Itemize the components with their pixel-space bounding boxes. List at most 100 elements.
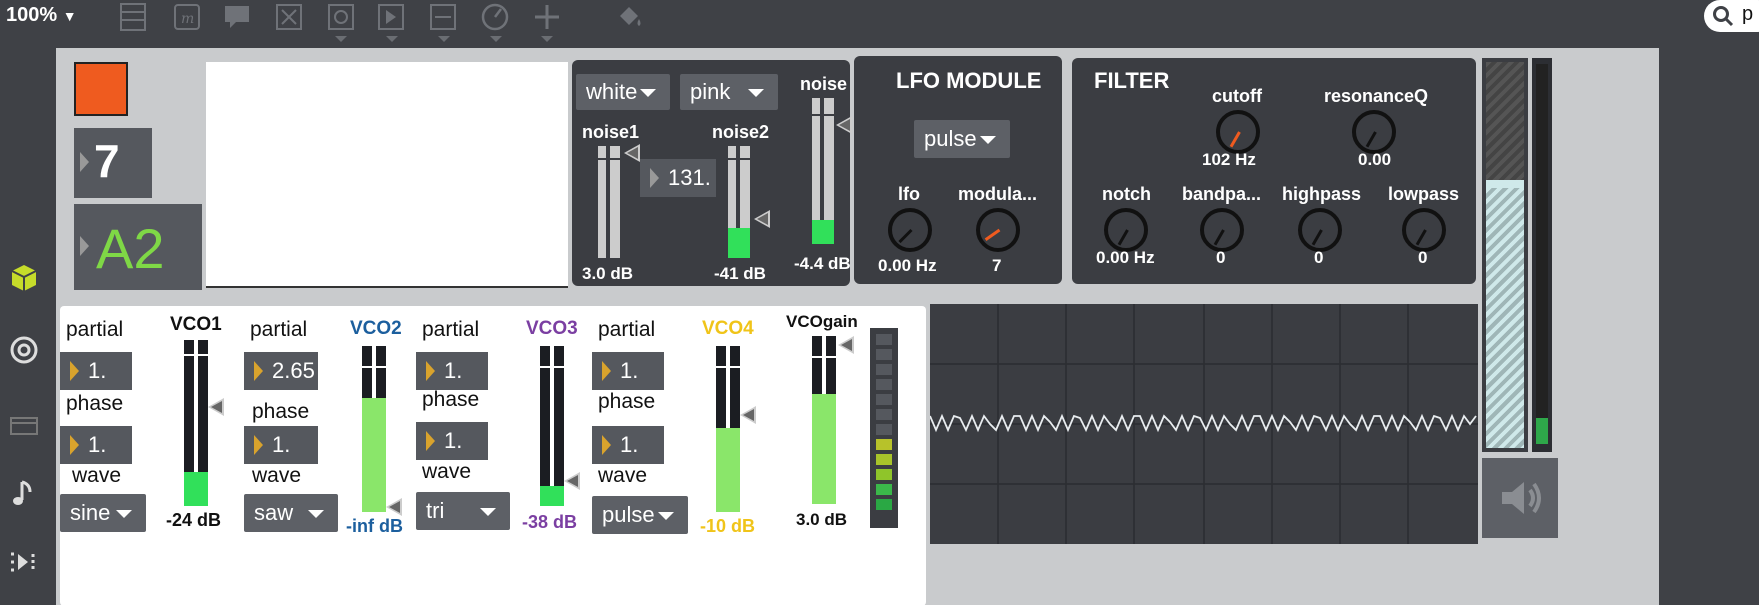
lowpass-knob[interactable]	[1402, 208, 1446, 252]
vco3-wave-menu[interactable]: tri	[416, 492, 510, 530]
vco4-partial-number[interactable]: 1.	[592, 352, 664, 390]
vco3-wave-label: wave	[422, 460, 472, 483]
vcogain-level-meter	[812, 336, 836, 504]
cutoff-knob[interactable]	[1216, 110, 1260, 154]
package-cube-icon[interactable]	[8, 262, 40, 294]
play-sequence-icon[interactable]	[8, 546, 40, 578]
bandpass-knob[interactable]	[1200, 208, 1244, 252]
chevron-down-icon	[308, 510, 324, 518]
number-value: 2.65	[272, 358, 315, 383]
noise-db: -4.4 dB	[794, 254, 851, 273]
paint-bucket-icon[interactable]	[614, 2, 644, 32]
noise1-gain-slider[interactable]	[624, 144, 640, 162]
add-object-icon[interactable]	[532, 2, 562, 32]
vco1-phase-label: phase	[66, 392, 124, 415]
number-box-icon[interactable]	[376, 2, 406, 32]
noise-gain-slider[interactable]	[836, 116, 852, 134]
search-text: p	[1742, 3, 1754, 25]
zoom-level: 100%	[6, 4, 58, 26]
lowpass-label: lowpass	[1388, 184, 1460, 204]
zoom-menu[interactable]: 100% ▼	[6, 4, 77, 27]
note-box[interactable]: A2	[74, 204, 202, 290]
number-box[interactable]: 7	[74, 128, 152, 198]
menu-value: white	[586, 79, 638, 104]
button-object-icon[interactable]	[326, 2, 356, 32]
target-icon[interactable]	[8, 334, 40, 366]
color-swatch-button[interactable]	[74, 62, 128, 116]
chevron-down-icon	[980, 136, 996, 144]
vco1-partial-number[interactable]: 1.	[60, 352, 132, 390]
noise1-label: noise1	[582, 122, 640, 142]
vco2-partial-label: partial	[250, 318, 308, 341]
vco4-gain-slider[interactable]	[740, 406, 756, 424]
menu-value: pulse	[924, 126, 977, 151]
vco4-wave-menu[interactable]: pulse	[592, 496, 688, 534]
vco3-phase-number[interactable]: 1.	[416, 422, 488, 460]
vcogain-slider[interactable]	[838, 336, 854, 354]
message-box-icon[interactable]: m	[172, 2, 202, 32]
vco3-partial-number[interactable]: 1.	[416, 352, 488, 390]
chevron-down-icon[interactable]	[541, 36, 553, 42]
triangle-icon	[602, 361, 611, 381]
vco1-wave-menu[interactable]: sine	[60, 494, 146, 532]
vco2-partial-number[interactable]: 2.65	[244, 352, 318, 390]
triangle-icon	[254, 435, 263, 455]
toggle-icon[interactable]	[274, 2, 304, 32]
filter-panel: FILTER cutoff resonanceQ 102 Hz 0.00 not…	[1072, 58, 1476, 284]
number-value: 1.	[272, 432, 291, 457]
bandpass-label: bandpa...	[1182, 184, 1262, 204]
comment-icon[interactable]	[222, 2, 252, 32]
master-volume-slider[interactable]	[1482, 58, 1528, 452]
noise2-db: -41 dB	[714, 264, 766, 283]
search-field[interactable]: p	[1704, 0, 1759, 32]
chevron-down-icon[interactable]	[335, 36, 347, 42]
noise-frequency-number[interactable]: 131.	[640, 159, 716, 197]
noise2-gain-slider[interactable]	[754, 210, 770, 228]
noise-type-menu-1[interactable]: white	[576, 74, 670, 110]
dial-icon[interactable]	[480, 2, 510, 32]
lowpass-value: 0	[1418, 248, 1428, 267]
vco2-level-meter	[362, 346, 386, 512]
audio-on-button[interactable]	[1482, 458, 1558, 538]
chevron-down-icon	[116, 510, 132, 518]
vco4-level-meter	[716, 346, 740, 512]
vco4-title: VCO4	[702, 318, 754, 339]
vco4-db: -10 dB	[700, 516, 756, 536]
vco1-gain-slider[interactable]	[208, 398, 224, 416]
modulation-knob[interactable]	[976, 208, 1020, 252]
number-value: 131.	[668, 165, 711, 190]
vco2-wave-menu[interactable]: saw	[244, 494, 338, 532]
vco3-gain-slider[interactable]	[564, 472, 580, 490]
slider-icon[interactable]	[428, 2, 458, 32]
resonance-value: 0.00	[1358, 150, 1392, 169]
chevron-down-icon[interactable]	[438, 36, 450, 42]
chevron-down-icon[interactable]	[490, 36, 502, 42]
object-list-icon[interactable]	[118, 2, 148, 32]
menu-value: saw	[254, 500, 294, 525]
chevron-down-icon[interactable]	[386, 36, 398, 42]
vco2-wave-label: wave	[252, 464, 302, 487]
media-folder-icon[interactable]	[8, 410, 40, 442]
vco2-phase-label: phase	[252, 400, 310, 423]
highpass-label: highpass	[1282, 184, 1362, 204]
number-value: 7	[94, 135, 120, 187]
number-value: 1.	[620, 432, 639, 457]
vco2-title: VCO2	[350, 318, 402, 339]
vco-section: partial 1. phase 1. wave sine VCO1 -24 d…	[60, 306, 926, 605]
vco2-phase-number[interactable]: 1.	[244, 426, 318, 464]
notch-knob[interactable]	[1104, 208, 1148, 252]
note-value: A2	[96, 217, 165, 280]
filter-title: FILTER	[1094, 68, 1170, 93]
noise-type-menu-2[interactable]: pink	[680, 74, 778, 110]
resonance-knob[interactable]	[1352, 110, 1396, 154]
lfo-rate-knob[interactable]	[888, 208, 932, 252]
noise-level-meter	[812, 98, 834, 244]
cutoff-label: cutoff	[1212, 86, 1262, 106]
vco1-phase-number[interactable]: 1.	[60, 426, 132, 464]
lfo-shape-menu[interactable]: pulse	[914, 120, 1010, 158]
highpass-knob[interactable]	[1298, 208, 1342, 252]
music-note-icon[interactable]	[8, 478, 40, 510]
vco4-phase-number[interactable]: 1.	[592, 426, 664, 464]
triangle-icon	[254, 361, 263, 381]
vco2-gain-slider[interactable]	[386, 498, 402, 516]
